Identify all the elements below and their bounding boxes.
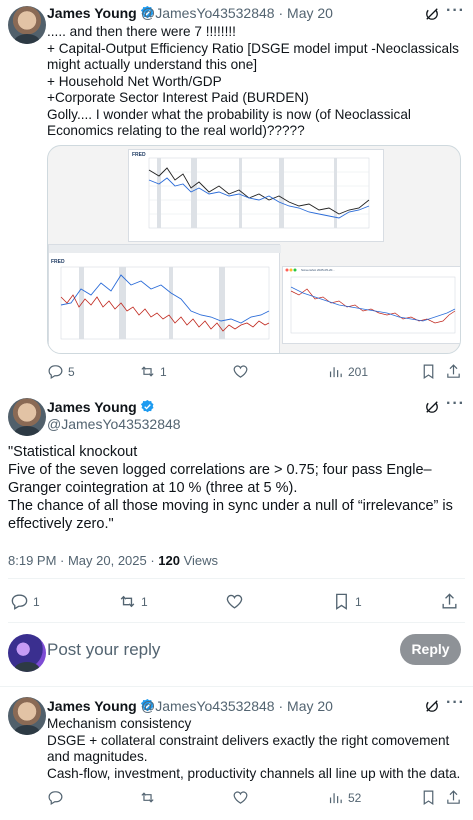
like-button[interactable] — [232, 363, 249, 380]
retweet-button[interactable]: 1 — [139, 363, 167, 380]
reply-icon — [48, 791, 63, 805]
more-options-icon[interactable]: ··· — [446, 2, 465, 20]
heart-icon — [233, 791, 248, 804]
chart-image-collage[interactable]: FRED FRED Screenshot 2025-05-20... — [47, 145, 461, 354]
author-name[interactable]: James Young — [47, 698, 155, 714]
tweet-actions: 5 1 201 — [0, 363, 473, 383]
share-button[interactable] — [445, 789, 462, 806]
bookmark-button[interactable] — [420, 363, 437, 380]
grok-icon[interactable] — [423, 398, 441, 416]
reply-button[interactable]: 1 — [10, 592, 40, 611]
reply-icon — [11, 594, 28, 610]
retweet-button[interactable] — [139, 789, 156, 806]
share-icon — [442, 593, 457, 609]
tweet-actions: 1 1 1 — [0, 592, 473, 612]
reply-submit-button[interactable]: Reply — [400, 634, 461, 665]
bookmark-icon — [423, 364, 434, 380]
fred-chart-image[interactable]: FRED — [128, 149, 384, 242]
views-button[interactable]: 52 — [327, 789, 361, 806]
bookmark-icon — [423, 790, 434, 806]
screenshot-chart-image[interactable]: Screenshot 2025-05-20... — [282, 266, 460, 344]
retweet-icon — [141, 366, 154, 377]
bookmark-button[interactable] — [420, 789, 437, 806]
current-user-avatar[interactable] — [8, 634, 46, 672]
tweet-text: "Statistical knockout Five of the seven … — [8, 444, 453, 532]
views-button[interactable]: 201 — [327, 363, 368, 380]
analytics-icon — [329, 793, 342, 804]
divider — [0, 686, 473, 687]
tweet-text: Mechanism consistency DSGE + collateral … — [47, 716, 461, 781]
tweet-text: ..... and then there were 7 !!!!!!!! + C… — [47, 24, 459, 138]
bookmark-icon — [336, 593, 347, 610]
retweet-icon — [120, 595, 135, 608]
more-options-icon[interactable]: ··· — [446, 694, 465, 712]
retweet-button[interactable]: 1 — [118, 592, 148, 611]
tweet-timestamp: 8:19 PM · May 20, 2025 · 120 Views — [8, 553, 219, 568]
share-icon — [447, 364, 460, 378]
author-handle[interactable]: @JamesYo43532848 — [47, 416, 181, 432]
author-name[interactable]: James Young — [47, 399, 155, 415]
bookmark-button[interactable]: 1 — [332, 592, 362, 611]
divider — [8, 578, 465, 579]
share-button[interactable] — [440, 592, 459, 611]
divider — [8, 622, 465, 623]
heart-icon — [233, 365, 248, 378]
like-button[interactable] — [232, 789, 249, 806]
avatar[interactable] — [8, 697, 46, 735]
reply-button[interactable]: 5 — [47, 363, 75, 380]
reply-button[interactable] — [47, 789, 64, 806]
like-button[interactable] — [225, 592, 244, 611]
share-button[interactable] — [445, 363, 462, 380]
verified-badge-icon — [140, 399, 154, 413]
grok-icon[interactable] — [423, 697, 441, 715]
author-handle[interactable]: @JamesYo43532848 · May 20 — [141, 698, 333, 714]
reply-icon — [48, 365, 63, 379]
view-count: 120 — [158, 553, 180, 568]
avatar[interactable] — [8, 398, 46, 436]
author-handle[interactable]: @JamesYo43532848 · May 20 — [141, 5, 333, 21]
share-icon — [447, 790, 460, 804]
reply-input[interactable]: Post your reply — [47, 640, 160, 660]
avatar[interactable] — [8, 6, 46, 44]
more-options-icon[interactable]: ··· — [446, 395, 465, 413]
grok-icon[interactable] — [423, 5, 441, 23]
analytics-icon — [329, 367, 342, 378]
tweet-actions: 52 — [0, 789, 473, 809]
author-name[interactable]: James Young — [47, 5, 155, 21]
heart-icon — [226, 594, 243, 609]
retweet-icon — [141, 792, 154, 803]
fred-chart-image[interactable]: FRED — [48, 244, 281, 353]
